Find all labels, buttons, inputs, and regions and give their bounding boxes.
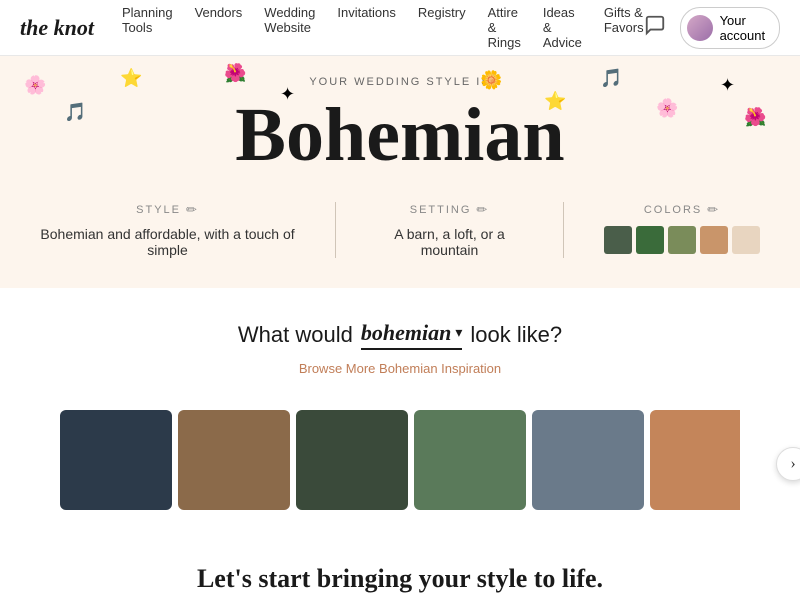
color-swatches	[604, 226, 760, 254]
avatar	[687, 15, 713, 41]
suffix-text: look like?	[470, 322, 562, 348]
color-swatch	[668, 226, 696, 254]
gallery-item[interactable]	[296, 410, 408, 510]
chat-icon[interactable]	[644, 14, 666, 41]
color-swatch	[636, 226, 664, 254]
account-button[interactable]: Your account	[680, 7, 780, 49]
setting-value: A barn, a loft, or a mountain	[376, 226, 523, 258]
hero-attr-colors: COLORS ✏	[564, 202, 800, 258]
style-edit-icon[interactable]: ✏	[186, 202, 199, 218]
what-would-line: What would bohemian ▾ look like?	[0, 320, 800, 350]
gallery-next-button[interactable]: ›	[776, 447, 800, 481]
nav-registry[interactable]: Registry	[418, 5, 466, 50]
style-dropdown[interactable]: bohemian ▾	[361, 320, 463, 350]
hero-attributes: STYLE ✏ Bohemian and affordable, with a …	[0, 202, 800, 258]
prefix-text: What would	[238, 322, 353, 348]
nav-right: Your account	[644, 7, 780, 49]
nav-invitations[interactable]: Invitations	[337, 5, 396, 50]
style-label: STYLE ✏	[40, 202, 295, 218]
gallery-item[interactable]	[532, 410, 644, 510]
gallery-item[interactable]	[414, 410, 526, 510]
setting-edit-icon[interactable]: ✏	[476, 202, 489, 218]
hero-subtitle: YOUR WEDDING STYLE IS	[0, 76, 800, 88]
chevron-down-icon: ▾	[455, 324, 462, 341]
gallery	[60, 394, 740, 526]
account-label: Your account	[720, 13, 767, 43]
hero-attr-setting: SETTING ✏ A barn, a loft, or a mountain	[336, 202, 564, 258]
gallery-item[interactable]	[178, 410, 290, 510]
hero-title: Bohemian	[0, 94, 800, 178]
hero-section: 🌸🎵⭐🌺✦🌼⭐🎵🌸✦🌺 YOUR WEDDING STYLE IS Bohemi…	[0, 56, 800, 288]
nav-planning-tools[interactable]: Planning Tools	[122, 5, 173, 50]
bottom-cta: Let's start bringing your style to life.	[0, 534, 800, 614]
setting-label: SETTING ✏	[376, 202, 523, 218]
what-would-section: What would bohemian ▾ look like? Browse …	[0, 288, 800, 394]
colors-label: COLORS ✏	[604, 202, 760, 218]
cta-text: Let's start bringing your style to life.	[197, 564, 603, 593]
gallery-item[interactable]	[60, 410, 172, 510]
gallery-item[interactable]	[650, 410, 740, 510]
style-dropdown-text: bohemian	[361, 320, 451, 346]
style-value: Bohemian and affordable, with a touch of…	[40, 226, 295, 258]
color-swatch	[604, 226, 632, 254]
nav-wedding-website[interactable]: Wedding Website	[264, 5, 315, 50]
hero-attr-style: STYLE ✏ Bohemian and affordable, with a …	[0, 202, 336, 258]
nav-gifts-favors[interactable]: Gifts & Favors	[604, 5, 644, 50]
nav-attire-rings[interactable]: Attire & Rings	[488, 5, 521, 50]
nav-vendors[interactable]: Vendors	[195, 5, 243, 50]
logo-text: the knot	[20, 15, 94, 40]
gallery-container: ›	[0, 394, 800, 534]
navigation: the knot Planning Tools Vendors Wedding …	[0, 0, 800, 56]
browse-more-link[interactable]: Browse More Bohemian Inspiration	[299, 361, 501, 376]
nav-ideas-advice[interactable]: Ideas & Advice	[543, 5, 582, 50]
color-swatch	[700, 226, 728, 254]
nav-links: Planning Tools Vendors Wedding Website I…	[122, 5, 644, 50]
site-logo[interactable]: the knot	[20, 15, 94, 41]
color-swatch	[732, 226, 760, 254]
colors-edit-icon[interactable]: ✏	[707, 202, 720, 218]
